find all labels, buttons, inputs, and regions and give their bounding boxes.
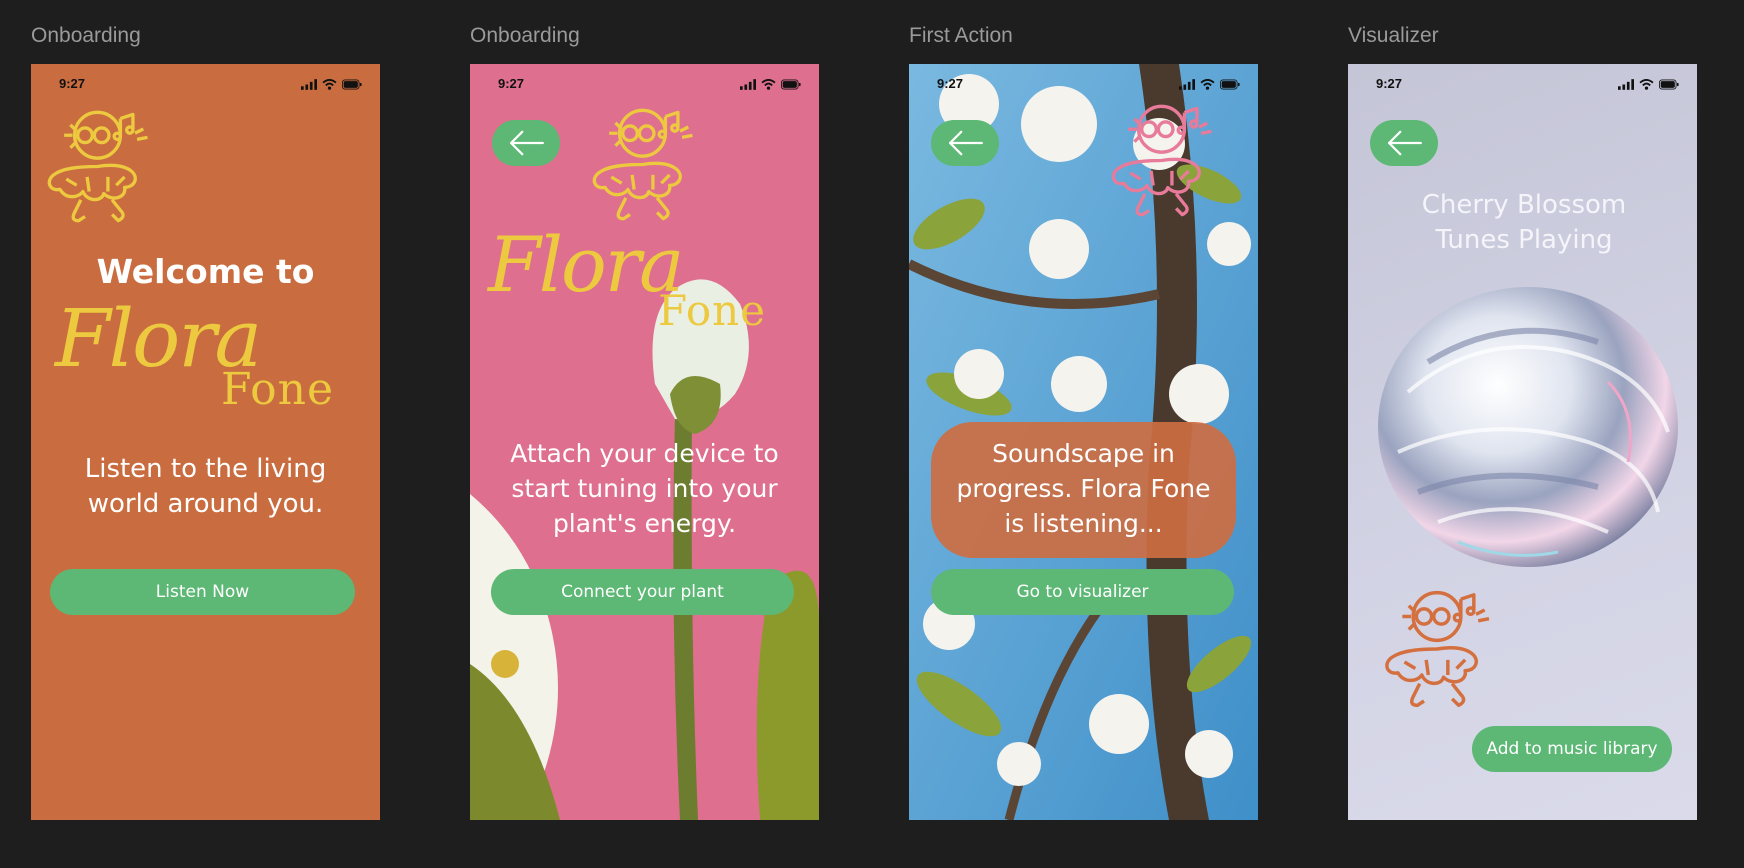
add-to-library-button[interactable]: Add to music library: [1472, 726, 1672, 772]
logo-fone: Fone: [221, 364, 334, 415]
status-bar: 9:27: [31, 64, 380, 104]
flower-mascot-icon: [1372, 584, 1502, 714]
frame-label-onboarding-2: Onboarding: [470, 24, 580, 47]
chrome-sphere-visualizer: [1378, 287, 1678, 567]
screen-onboarding-connect: 9:27 Flora Fone Attach your device to st…: [470, 64, 819, 820]
now-playing-title: Cherry Blossom Tunes Playing: [1421, 190, 1627, 255]
flower-mascot-icon: [580, 102, 705, 227]
arrow-left-icon: [507, 129, 545, 157]
screen-onboarding-welcome: 9:27 Welcome to Flora Fone Listen to the…: [31, 64, 380, 820]
arrow-left-icon: [946, 129, 984, 157]
screen-visualizer: 9:27 Cherry Blossom Tunes Playing Add to…: [1348, 64, 1697, 820]
listening-status-text: Soundscape in progress. Flora Fone is li…: [956, 439, 1211, 538]
frame-label-first-action: First Action: [909, 24, 1013, 47]
frame-label-onboarding-1: Onboarding: [31, 24, 141, 47]
frame-label-visualizer: Visualizer: [1348, 24, 1439, 47]
status-bar: 9:27: [470, 64, 819, 104]
go-to-visualizer-button[interactable]: Go to visualizer: [931, 569, 1234, 615]
arrow-left-icon: [1385, 129, 1423, 157]
flower-mascot-icon: [1099, 98, 1224, 223]
screen-first-action: 9:27 Soundscape in progress. Flora Fone …: [909, 64, 1258, 820]
signal-icon: [1618, 79, 1634, 90]
wifi-icon: [761, 79, 776, 90]
status-time: 9:27: [59, 76, 86, 91]
status-time: 9:27: [937, 76, 964, 91]
wifi-icon: [322, 79, 337, 90]
signal-icon: [301, 79, 317, 90]
status-bar: 9:27: [1348, 64, 1697, 104]
logo-fone: Fone: [658, 286, 767, 335]
logo-flora: Flora: [488, 220, 684, 309]
welcome-title: Welcome to: [96, 252, 315, 291]
signal-icon: [740, 79, 756, 90]
battery-icon: [781, 79, 801, 90]
status-time: 9:27: [498, 76, 525, 91]
signal-icon: [1179, 79, 1195, 90]
back-button[interactable]: [1370, 120, 1438, 166]
connect-instructions: Attach your device to start tuning into …: [510, 439, 779, 538]
status-time: 9:27: [1376, 76, 1403, 91]
battery-icon: [1659, 79, 1679, 90]
tagline: Listen to the living world around you.: [84, 454, 327, 519]
battery-icon: [342, 79, 362, 90]
flower-mascot-icon: [35, 104, 160, 229]
listen-now-button[interactable]: Listen Now: [50, 569, 355, 615]
wifi-icon: [1200, 79, 1215, 90]
battery-icon: [1220, 79, 1240, 90]
back-button[interactable]: [492, 120, 560, 166]
wifi-icon: [1639, 79, 1654, 90]
connect-plant-button[interactable]: Connect your plant: [491, 569, 794, 615]
back-button[interactable]: [931, 120, 999, 166]
